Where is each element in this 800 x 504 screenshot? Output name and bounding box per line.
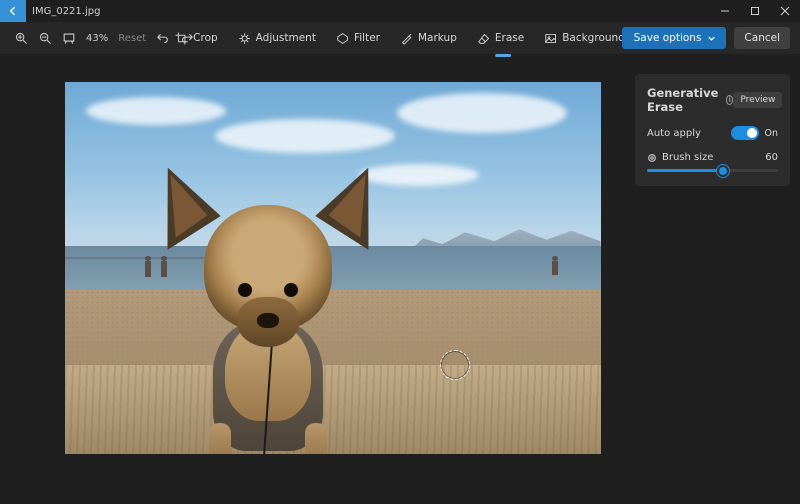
image-canvas[interactable]: [65, 82, 601, 454]
photo-cloud: [215, 119, 395, 153]
panel-title: Generative Erase: [647, 86, 721, 114]
photo-cloud: [397, 93, 567, 133]
window-title: IMG_0221.jpg: [26, 6, 100, 17]
tool-label: Adjustment: [256, 32, 316, 44]
photo-person: [145, 261, 151, 277]
photo-person: [552, 261, 558, 275]
brush-size-value: 60: [765, 152, 778, 163]
zoom-out-icon[interactable]: [38, 31, 52, 45]
tool-filter[interactable]: Filter: [336, 28, 380, 49]
filter-icon: [336, 32, 349, 45]
properties-panel: Generative Erase i Preview Auto apply On…: [625, 54, 800, 504]
tool-label: Markup: [418, 32, 457, 44]
auto-apply-toggle[interactable]: [731, 126, 759, 140]
close-button[interactable]: [770, 0, 800, 22]
save-label: Save options: [634, 32, 702, 44]
adjustment-icon: [238, 32, 251, 45]
canvas-area[interactable]: [0, 54, 625, 504]
tool-label: Crop: [193, 32, 218, 44]
undo-icon[interactable]: [156, 31, 170, 45]
tool-markup[interactable]: Markup: [400, 28, 457, 49]
tool-erase[interactable]: Erase: [477, 28, 524, 49]
tool-label: Erase: [495, 32, 524, 44]
cancel-button[interactable]: Cancel: [734, 27, 790, 49]
crop-icon: [175, 32, 188, 45]
chevron-down-icon: [707, 34, 716, 43]
save-options-button[interactable]: Save options: [622, 27, 727, 49]
markup-icon: [400, 32, 413, 45]
zoom-in-icon[interactable]: [14, 31, 28, 45]
back-button[interactable]: [0, 0, 26, 22]
zoom-level[interactable]: 43%: [86, 33, 108, 44]
editor-toolbar: 43% Reset Crop Adjustment Filter Markup …: [0, 22, 800, 54]
tool-label: Filter: [354, 32, 380, 44]
preview-button[interactable]: Preview: [733, 92, 782, 108]
background-icon: [544, 32, 557, 45]
photo-cloud: [359, 164, 479, 186]
generative-erase-panel: Generative Erase i Preview Auto apply On…: [635, 74, 790, 186]
brush-size-label: Brush size: [662, 152, 713, 163]
erase-icon: [477, 32, 490, 45]
reset-button[interactable]: Reset: [118, 33, 146, 44]
tool-label: Background: [562, 32, 625, 44]
maximize-button[interactable]: [740, 0, 770, 22]
fit-screen-icon[interactable]: [62, 31, 76, 45]
auto-apply-state: On: [765, 128, 779, 139]
auto-apply-label: Auto apply: [647, 128, 701, 139]
minimize-button[interactable]: [710, 0, 740, 22]
brush-size-slider[interactable]: [647, 169, 778, 172]
slider-thumb[interactable]: [717, 165, 729, 177]
info-icon[interactable]: i: [726, 95, 733, 105]
tool-background[interactable]: Background: [544, 28, 625, 49]
tool-adjustment[interactable]: Adjustment: [238, 28, 316, 49]
window-controls: [710, 0, 800, 22]
brush-size-icon: [647, 153, 657, 163]
erase-brush-cursor[interactable]: [440, 350, 470, 380]
slider-fill: [647, 169, 723, 172]
photo-cloud: [86, 97, 226, 125]
photo-dog: [163, 171, 373, 454]
tool-crop[interactable]: Crop: [175, 28, 218, 49]
titlebar: IMG_0221.jpg: [0, 0, 800, 22]
